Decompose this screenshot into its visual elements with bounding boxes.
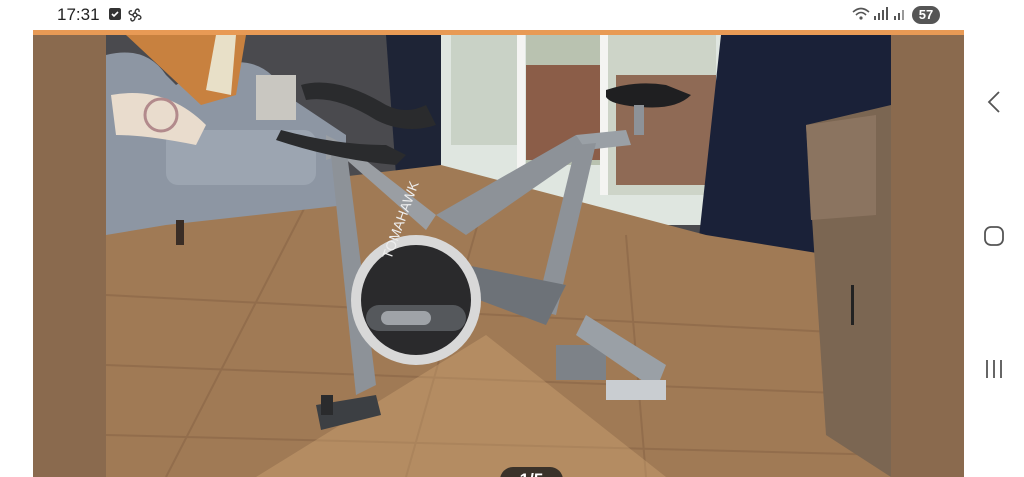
signal-icon: [893, 7, 907, 26]
clock-time: 17:31: [57, 5, 100, 24]
chevron-left-icon: [987, 91, 1000, 113]
recents-icon: [986, 360, 1002, 378]
checkbox-notification-icon: [108, 7, 122, 26]
navigation-bar: [964, 0, 1024, 477]
signal-r-icon: [873, 7, 889, 26]
home-button[interactable]: [980, 222, 1008, 250]
spin-bike-photo[interactable]: TOMAHAWK: [106, 35, 891, 477]
image-viewer[interactable]: TOMAHAWK 1/5: [33, 35, 964, 477]
image-counter: 1/5: [500, 467, 563, 477]
battery-level: 57: [912, 6, 940, 24]
pinwheel-app-icon: [127, 7, 143, 28]
back-button[interactable]: [980, 88, 1008, 116]
recents-button[interactable]: [980, 355, 1008, 383]
wifi-icon: [851, 7, 871, 26]
home-square-icon: [984, 226, 1004, 246]
status-bar: 17:31 57: [0, 0, 964, 30]
